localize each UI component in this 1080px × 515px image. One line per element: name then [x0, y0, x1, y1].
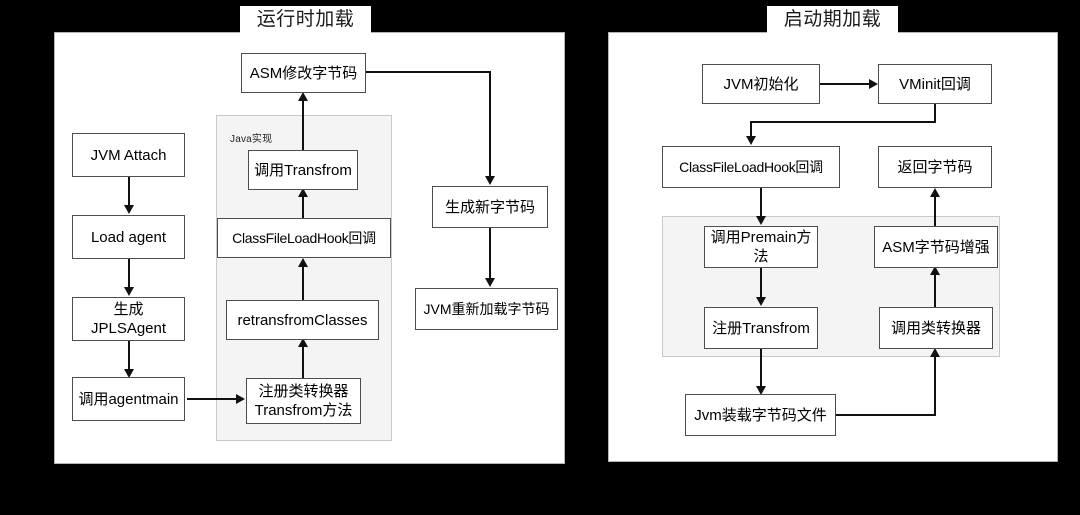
- arrowhead-jvmload-to-transformer: [930, 348, 940, 357]
- arrowhead-transfrom-to-asm: [298, 92, 308, 101]
- connector-transfrom-to-asm: [302, 100, 304, 150]
- diagram-canvas: 运行时加载 Java实现 ASM修改字节码 JVM Attach Load ag…: [0, 0, 1080, 515]
- arrowhead-newbytecode-to-reload: [485, 278, 495, 287]
- connector-loadagent-to-jplsagent: [128, 259, 130, 289]
- node-asm-modify-bytecode[interactable]: ASM修改字节码: [241, 53, 366, 93]
- connector-premain-to-register: [760, 266, 762, 299]
- node-retransfrom-classes[interactable]: retransfromClasses: [226, 300, 379, 340]
- connector-transformer-to-asm: [934, 274, 936, 307]
- arrowhead-premain-to-register: [756, 297, 766, 306]
- connector-vminit-left: [751, 121, 936, 123]
- node-classfileloadhook-callback[interactable]: ClassFileLoadHook回调: [217, 218, 391, 258]
- panel-startup-title: 启动期加载: [767, 6, 898, 34]
- connector-jvmload-to-transformer: [934, 357, 936, 415]
- node-jvm-attach[interactable]: JVM Attach: [72, 133, 185, 177]
- node-load-agent[interactable]: Load agent: [72, 215, 185, 259]
- arrowhead-hook-to-premain: [756, 216, 766, 225]
- arrowhead-asm-to-return: [930, 188, 940, 197]
- connector-register-to-retransfrom: [302, 346, 304, 378]
- connector-jvmload-right: [836, 414, 936, 416]
- node-vminit-callback[interactable]: VMinit回调: [878, 64, 992, 104]
- arrowhead-retransfrom-to-hook: [298, 258, 308, 267]
- panel-runtime-title: 运行时加载: [240, 6, 371, 34]
- node-asm-bytecode-enhance[interactable]: ASM字节码增强: [874, 226, 998, 268]
- connector-vminit-down: [934, 104, 936, 122]
- connector-attach-to-loadagent: [128, 177, 130, 207]
- node-generate-new-bytecode[interactable]: 生成新字节码: [432, 186, 548, 228]
- connector-asm-to-newbytecode-h: [366, 71, 491, 73]
- node-return-bytecode[interactable]: 返回字节码: [878, 146, 992, 188]
- node-call-transfrom[interactable]: 调用Transfrom: [248, 150, 358, 190]
- arrowhead-agentmain-to-register: [236, 394, 245, 404]
- arrowhead-attach-to-loadagent: [124, 205, 134, 214]
- connector-agentmain-to-register: [187, 398, 237, 400]
- node-jvm-init[interactable]: JVM初始化: [702, 64, 820, 104]
- connector-newbytecode-to-reload: [489, 228, 491, 280]
- connector-hook-to-premain: [760, 188, 762, 218]
- connector-jplsagent-to-agentmain: [128, 341, 130, 371]
- node-generate-jplsagent[interactable]: 生成JPLSAgent: [72, 297, 185, 341]
- connector-hook-to-transfrom: [302, 196, 304, 218]
- connector-retransfrom-to-hook: [302, 266, 304, 300]
- node-call-class-transformer[interactable]: 调用类转换器: [879, 307, 993, 349]
- java-implementation-label: Java实现: [230, 134, 273, 145]
- connector-asm-to-return: [934, 196, 936, 226]
- node-register-transfrom[interactable]: 注册Transfrom: [704, 307, 818, 349]
- node-register-transformer[interactable]: 注册类转换器 Transfrom方法: [246, 378, 361, 424]
- node-classfileloadhook-callback-startup[interactable]: ClassFileLoadHook回调: [662, 146, 840, 188]
- node-jvm-reload-bytecode[interactable]: JVM重新加载字节码: [415, 288, 558, 330]
- node-call-premain-method[interactable]: 调用Premain方 法: [704, 226, 818, 268]
- connector-jvminit-to-vminit: [820, 83, 870, 85]
- arrowhead-loadagent-to-jplsagent: [124, 287, 134, 296]
- node-jvm-load-bytecode-file[interactable]: Jvm装载字节码文件: [685, 394, 836, 436]
- arrowhead-vminit-to-hook: [746, 136, 756, 145]
- node-call-agentmain[interactable]: 调用agentmain: [72, 377, 185, 421]
- connector-register-to-jvmload: [760, 348, 762, 388]
- arrowhead-asm-to-newbytecode: [485, 176, 495, 185]
- arrowhead-jvminit-to-vminit: [869, 79, 878, 89]
- connector-asm-to-newbytecode-v: [489, 71, 491, 178]
